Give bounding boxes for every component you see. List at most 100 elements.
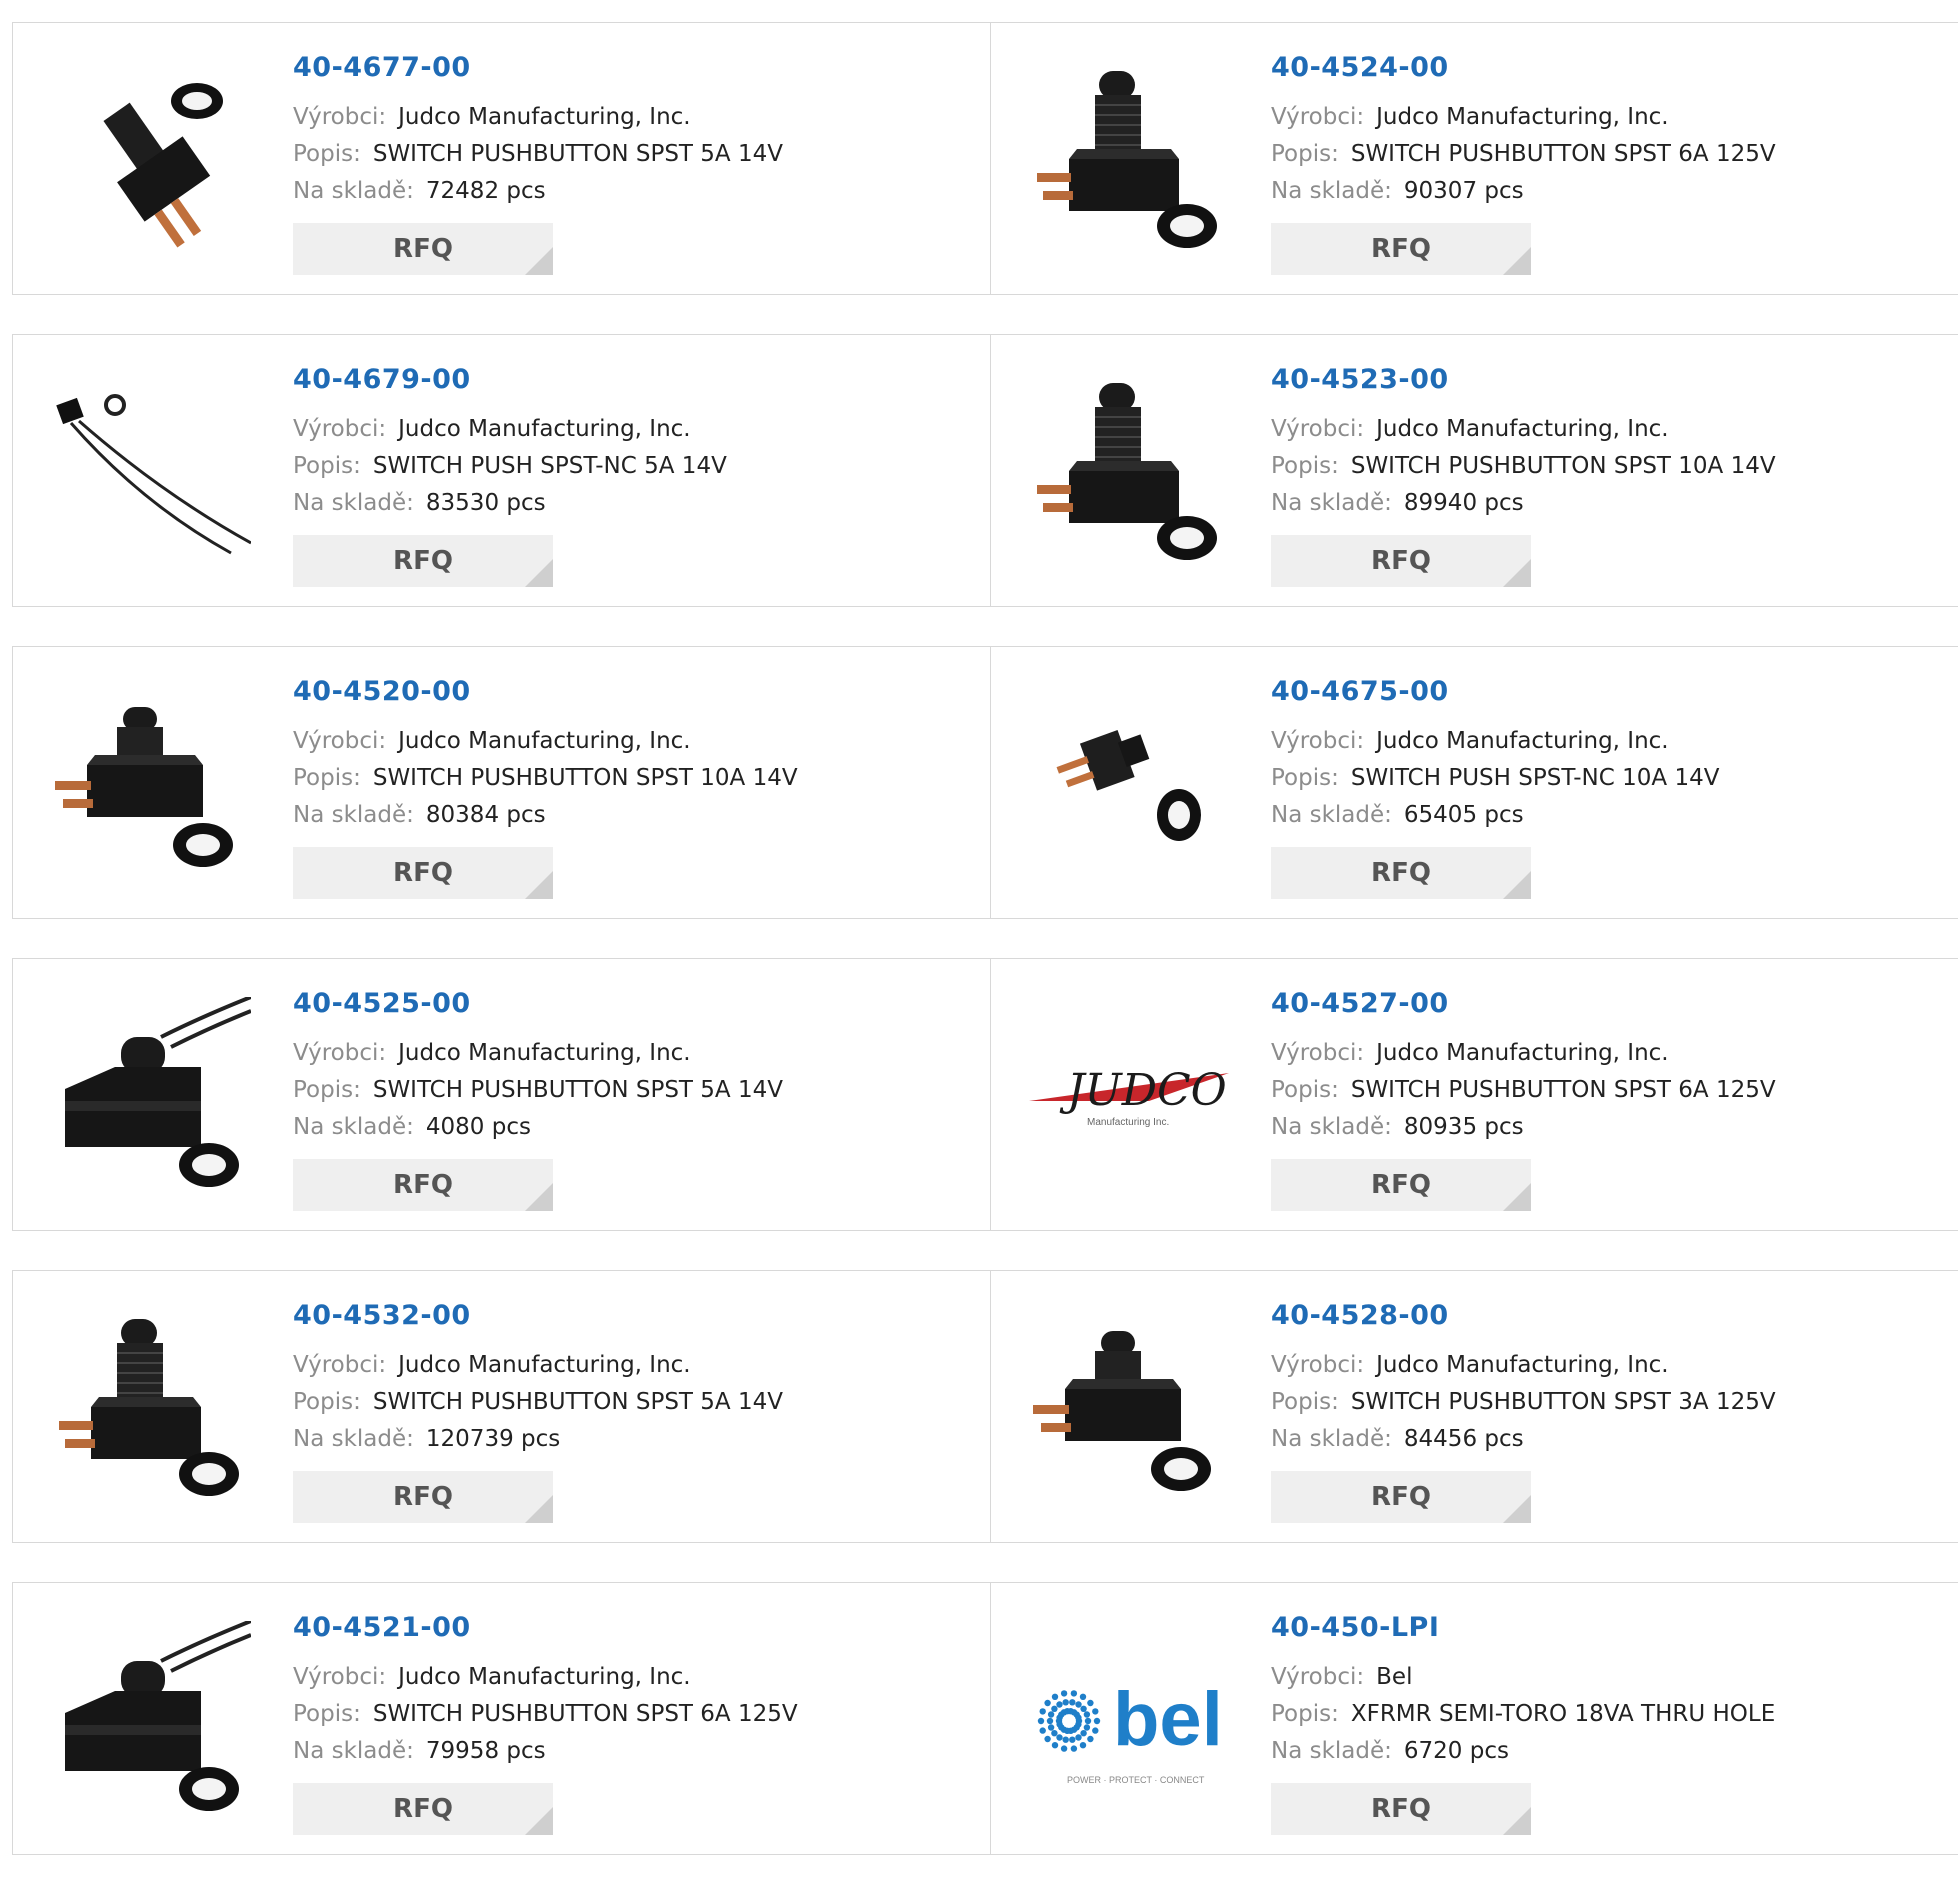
description-value: SWITCH PUSH SPST-NC 10A 14V bbox=[1350, 765, 1720, 791]
part-number-link[interactable]: 40-4525-00 bbox=[293, 987, 783, 1021]
description-value: SWITCH PUSHBUTTON SPST 5A 14V bbox=[372, 1389, 783, 1415]
product-image[interactable] bbox=[51, 1619, 252, 1821]
product-row: 40-4679-00 Výrobci: Judco Manufacturing, … bbox=[12, 334, 1958, 607]
corner-fold-icon bbox=[525, 871, 553, 899]
product-image[interactable] bbox=[1029, 61, 1229, 261]
rfq-label: RFQ bbox=[1371, 546, 1431, 576]
product-info: 40-4532-00 Výrobci: Judco Manufacturing, … bbox=[293, 1299, 783, 1458]
stock-value: 83530 pcs bbox=[425, 490, 546, 516]
product-info: 40-4675-00 Výrobci: Judco Manufacturing, … bbox=[1271, 675, 1719, 834]
part-number-link[interactable]: 40-4528-00 bbox=[1271, 1299, 1776, 1333]
stock-line: Na skladě: 84456 pcs bbox=[1271, 1421, 1776, 1458]
rfq-label: RFQ bbox=[393, 858, 453, 888]
part-number-link[interactable]: 40-450-LPI bbox=[1271, 1611, 1775, 1645]
product-image[interactable] bbox=[1029, 685, 1229, 885]
description-value: SWITCH PUSH SPST-NC 5A 14V bbox=[372, 453, 727, 479]
part-number-link[interactable]: 40-4532-00 bbox=[293, 1299, 783, 1333]
rfq-button[interactable]: RFQ bbox=[293, 223, 553, 275]
manufacturer-line: Výrobci: Judco Manufacturing, Inc. bbox=[1271, 1347, 1776, 1384]
product-image[interactable] bbox=[51, 1309, 251, 1509]
product-image[interactable] bbox=[51, 685, 251, 885]
description-label: Popis: bbox=[293, 141, 361, 167]
product-row: 40-4677-00 Výrobci: Judco Manufacturing, … bbox=[12, 22, 1958, 295]
part-number-link[interactable]: 40-4679-00 bbox=[293, 363, 727, 397]
manufacturer-label: Výrobci: bbox=[293, 416, 387, 442]
stock-value: 90307 pcs bbox=[1403, 178, 1524, 204]
manufacturer-label: Výrobci: bbox=[1271, 416, 1365, 442]
rfq-button[interactable]: RFQ bbox=[293, 1783, 553, 1835]
rfq-button[interactable]: RFQ bbox=[1271, 535, 1531, 587]
rfq-button[interactable]: RFQ bbox=[293, 535, 553, 587]
bel-logo[interactable]: bel POWER · PROTECT · CONNECT bbox=[1029, 1621, 1229, 1821]
rfq-button[interactable]: RFQ bbox=[1271, 1783, 1531, 1835]
rfq-button[interactable]: RFQ bbox=[1271, 847, 1531, 899]
part-number-link[interactable]: 40-4527-00 bbox=[1271, 987, 1776, 1021]
product-info: 40-4525-00 Výrobci: Judco Manufacturing, … bbox=[293, 987, 783, 1146]
part-number-link[interactable]: 40-4523-00 bbox=[1271, 363, 1776, 397]
manufacturer-label: Výrobci: bbox=[293, 1352, 387, 1378]
product-image[interactable] bbox=[1029, 373, 1229, 573]
manufacturer-value: Judco Manufacturing, Inc. bbox=[1376, 416, 1669, 442]
product-row: 40-4520-00 Výrobci: Judco Manufacturing, … bbox=[12, 646, 1958, 919]
description-label: Popis: bbox=[1271, 1389, 1339, 1415]
part-number-link[interactable]: 40-4521-00 bbox=[293, 1611, 798, 1645]
product-card: 40-4524-00 Výrobci: Judco Manufacturing, … bbox=[990, 22, 1958, 295]
stock-value: 120739 pcs bbox=[425, 1426, 561, 1452]
manufacturer-line: Výrobci: Judco Manufacturing, Inc. bbox=[1271, 99, 1776, 136]
rfq-button[interactable]: RFQ bbox=[293, 1471, 553, 1523]
description-value: SWITCH PUSHBUTTON SPST 10A 14V bbox=[1350, 453, 1776, 479]
product-image[interactable] bbox=[51, 373, 252, 573]
rfq-label: RFQ bbox=[1371, 858, 1431, 888]
manufacturer-value: Judco Manufacturing, Inc. bbox=[398, 104, 691, 130]
product-card: JUDCO Manufacturing Inc. 40-4527-00 Výro… bbox=[990, 958, 1958, 1231]
judco-logo[interactable]: JUDCO Manufacturing Inc. bbox=[1029, 997, 1229, 1197]
manufacturer-line: Výrobci: Judco Manufacturing, Inc. bbox=[1271, 411, 1776, 448]
corner-fold-icon bbox=[1503, 1495, 1531, 1523]
description-label: Popis: bbox=[1271, 1077, 1339, 1103]
rfq-button[interactable]: RFQ bbox=[293, 1159, 553, 1211]
part-number-link[interactable]: 40-4520-00 bbox=[293, 675, 798, 709]
product-image[interactable] bbox=[1029, 1309, 1229, 1509]
bel-logo-subtext: POWER · PROTECT · CONNECT bbox=[1067, 1775, 1205, 1785]
stock-line: Na skladě: 89940 pcs bbox=[1271, 485, 1776, 522]
description-value: XFRMR SEMI-TORO 18VA THRU HOLE bbox=[1350, 1701, 1776, 1727]
description-value: SWITCH PUSHBUTTON SPST 6A 125V bbox=[372, 1701, 798, 1727]
product-info: 40-4679-00 Výrobci: Judco Manufacturing, … bbox=[293, 363, 727, 522]
description-value: SWITCH PUSHBUTTON SPST 3A 125V bbox=[1350, 1389, 1776, 1415]
manufacturer-line: Výrobci: Judco Manufacturing, Inc. bbox=[1271, 1035, 1776, 1072]
product-card: 40-4677-00 Výrobci: Judco Manufacturing, … bbox=[12, 22, 991, 295]
description-value: SWITCH PUSHBUTTON SPST 5A 14V bbox=[372, 1077, 783, 1103]
description-line: Popis: SWITCH PUSH SPST-NC 10A 14V bbox=[1271, 760, 1719, 797]
stock-line: Na skladě: 90307 pcs bbox=[1271, 173, 1776, 210]
product-image[interactable] bbox=[51, 995, 252, 1197]
manufacturer-label: Výrobci: bbox=[1271, 1040, 1365, 1066]
rfq-button[interactable]: RFQ bbox=[1271, 223, 1531, 275]
part-number-link[interactable]: 40-4677-00 bbox=[293, 51, 783, 85]
manufacturer-value: Judco Manufacturing, Inc. bbox=[398, 416, 691, 442]
rfq-button[interactable]: RFQ bbox=[1271, 1159, 1531, 1211]
rfq-label: RFQ bbox=[393, 1482, 453, 1512]
part-number-link[interactable]: 40-4675-00 bbox=[1271, 675, 1719, 709]
corner-fold-icon bbox=[1503, 559, 1531, 587]
judco-logo-text: JUDCO bbox=[1059, 1065, 1227, 1116]
description-line: Popis: SWITCH PUSHBUTTON SPST 5A 14V bbox=[293, 1072, 783, 1109]
corner-fold-icon bbox=[1503, 247, 1531, 275]
rfq-button[interactable]: RFQ bbox=[1271, 1471, 1531, 1523]
description-label: Popis: bbox=[1271, 765, 1339, 791]
description-line: Popis: SWITCH PUSHBUTTON SPST 6A 125V bbox=[1271, 136, 1776, 173]
product-info: 40-4523-00 Výrobci: Judco Manufacturing, … bbox=[1271, 363, 1776, 522]
stock-line: Na skladě: 6720 pcs bbox=[1271, 1733, 1775, 1770]
description-label: Popis: bbox=[293, 1389, 361, 1415]
product-image[interactable] bbox=[51, 61, 251, 261]
manufacturer-line: Výrobci: Judco Manufacturing, Inc. bbox=[293, 99, 783, 136]
stock-line: Na skladě: 120739 pcs bbox=[293, 1421, 783, 1458]
part-number-link[interactable]: 40-4524-00 bbox=[1271, 51, 1776, 85]
manufacturer-label: Výrobci: bbox=[293, 1040, 387, 1066]
stock-label: Na skladě: bbox=[1271, 1426, 1392, 1452]
rfq-label: RFQ bbox=[1371, 1794, 1431, 1824]
corner-fold-icon bbox=[525, 1495, 553, 1523]
rfq-button[interactable]: RFQ bbox=[293, 847, 553, 899]
product-info: 40-450-LPI Výrobci: Bel Popis: XFRMR SEMI-… bbox=[1271, 1611, 1775, 1770]
rfq-label: RFQ bbox=[1371, 1482, 1431, 1512]
product-info: 40-4677-00 Výrobci: Judco Manufacturing, … bbox=[293, 51, 783, 210]
